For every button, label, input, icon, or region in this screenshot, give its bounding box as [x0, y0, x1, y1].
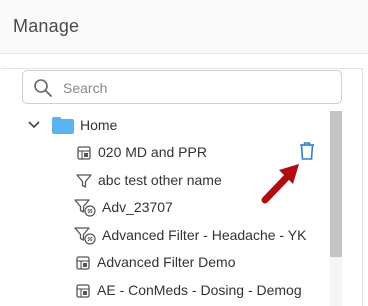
- tree-root-label: Home: [80, 117, 118, 133]
- manage-panel: Manage Home: [0, 0, 368, 306]
- tree-item[interactable]: AE - ConMeds - Dosing - Demog: [0, 278, 330, 304]
- filter-link-icon: [74, 227, 96, 245]
- report-icon: [76, 284, 90, 298]
- search-input[interactable]: [63, 77, 333, 99]
- folder-icon: [52, 117, 74, 134]
- filter-link-icon: [74, 199, 96, 217]
- page-title: Manage: [13, 16, 80, 36]
- tree-item-label: abc test other name: [98, 172, 222, 188]
- tree-item-label: Advanced Filter Demo: [97, 254, 236, 270]
- tree-panel: Home 020 MD and PPR: [0, 54, 368, 306]
- panel-header: Manage: [0, 0, 368, 54]
- tree-item-label: Advanced Filter - Headache - YK: [102, 227, 307, 243]
- filter-icon: [76, 174, 92, 188]
- search-box[interactable]: [22, 70, 342, 104]
- tree-item[interactable]: Adv_23707: [0, 195, 330, 221]
- tree-root-home[interactable]: Home: [0, 113, 330, 139]
- tree-item[interactable]: Advanced Filter Demo: [0, 250, 330, 276]
- tree-item[interactable]: abc test other name: [0, 168, 330, 194]
- chevron-down-icon[interactable]: [27, 119, 41, 131]
- search-icon: [34, 79, 52, 97]
- report-icon: [76, 256, 90, 270]
- tree-item-label: AE - ConMeds - Dosing - Demog: [97, 282, 302, 298]
- tree-item-label: 020 MD and PPR: [98, 144, 207, 160]
- scrollbar-thumb[interactable]: [330, 111, 342, 257]
- tree-item-label: Adv_23707: [102, 199, 173, 215]
- tree-item[interactable]: Advanced Filter - Headache - YK: [0, 223, 330, 249]
- report-icon: [77, 146, 91, 160]
